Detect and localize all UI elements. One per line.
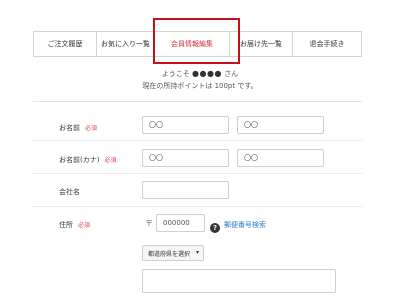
welcome-message: ようこそ ●●●● さん 現在の所持ポイントは 100pt です。	[0, 68, 400, 92]
name-label: お名前 必須	[59, 124, 98, 132]
section-divider	[33, 101, 362, 102]
postal-code-input[interactable]: 000000	[156, 214, 205, 232]
company-label: 会社名	[59, 188, 80, 196]
first-name-input[interactable]: 〇〇	[237, 116, 324, 134]
help-icon[interactable]: ?	[210, 223, 220, 233]
required-badge: 必須	[85, 125, 98, 132]
welcome-prefix: ようこそ	[161, 70, 190, 78]
last-name-input[interactable]: 〇〇	[142, 116, 229, 134]
points-status: 現在の所持ポイントは 100pt です。	[142, 82, 258, 90]
required-badge: 必須	[78, 222, 91, 229]
required-badge: 必須	[104, 157, 117, 164]
row-divider	[33, 206, 362, 207]
welcome-suffix: さん	[224, 70, 239, 78]
postal-mark-icon: 〒	[145, 219, 153, 228]
row-divider	[33, 173, 362, 174]
tab-favorites[interactable]: お気に入り一覧	[97, 32, 155, 56]
prefecture-select[interactable]: 都道府県を選択 ▾	[142, 245, 204, 261]
last-name-kana-input[interactable]: 〇〇	[142, 149, 229, 167]
member-name: ●●●●	[192, 69, 222, 78]
chevron-down-icon: ▾	[195, 249, 199, 256]
tab-member-info-edit[interactable]: 会員情報編集	[155, 32, 230, 56]
row-divider	[33, 140, 362, 141]
prefecture-select-value: 都道府県を選択	[148, 250, 191, 258]
first-name-kana-input[interactable]: 〇〇	[237, 149, 324, 167]
company-input[interactable]	[142, 181, 229, 199]
zip-search-link[interactable]: 郵便番号検索	[224, 220, 266, 230]
name-kana-label: お名前(カナ) 必須	[59, 156, 117, 164]
address-input[interactable]	[142, 269, 336, 293]
address-label: 住所 必須	[59, 221, 91, 229]
tab-order-history[interactable]: ご注文履歴	[34, 32, 97, 56]
mypage-nav-tabs: ご注文履歴 お気に入り一覧 会員情報編集 お届け先一覧 退会手続き	[33, 31, 362, 57]
tab-withdrawal[interactable]: 退会手続き	[293, 32, 361, 56]
tab-delivery-addresses[interactable]: お届け先一覧	[230, 32, 293, 56]
